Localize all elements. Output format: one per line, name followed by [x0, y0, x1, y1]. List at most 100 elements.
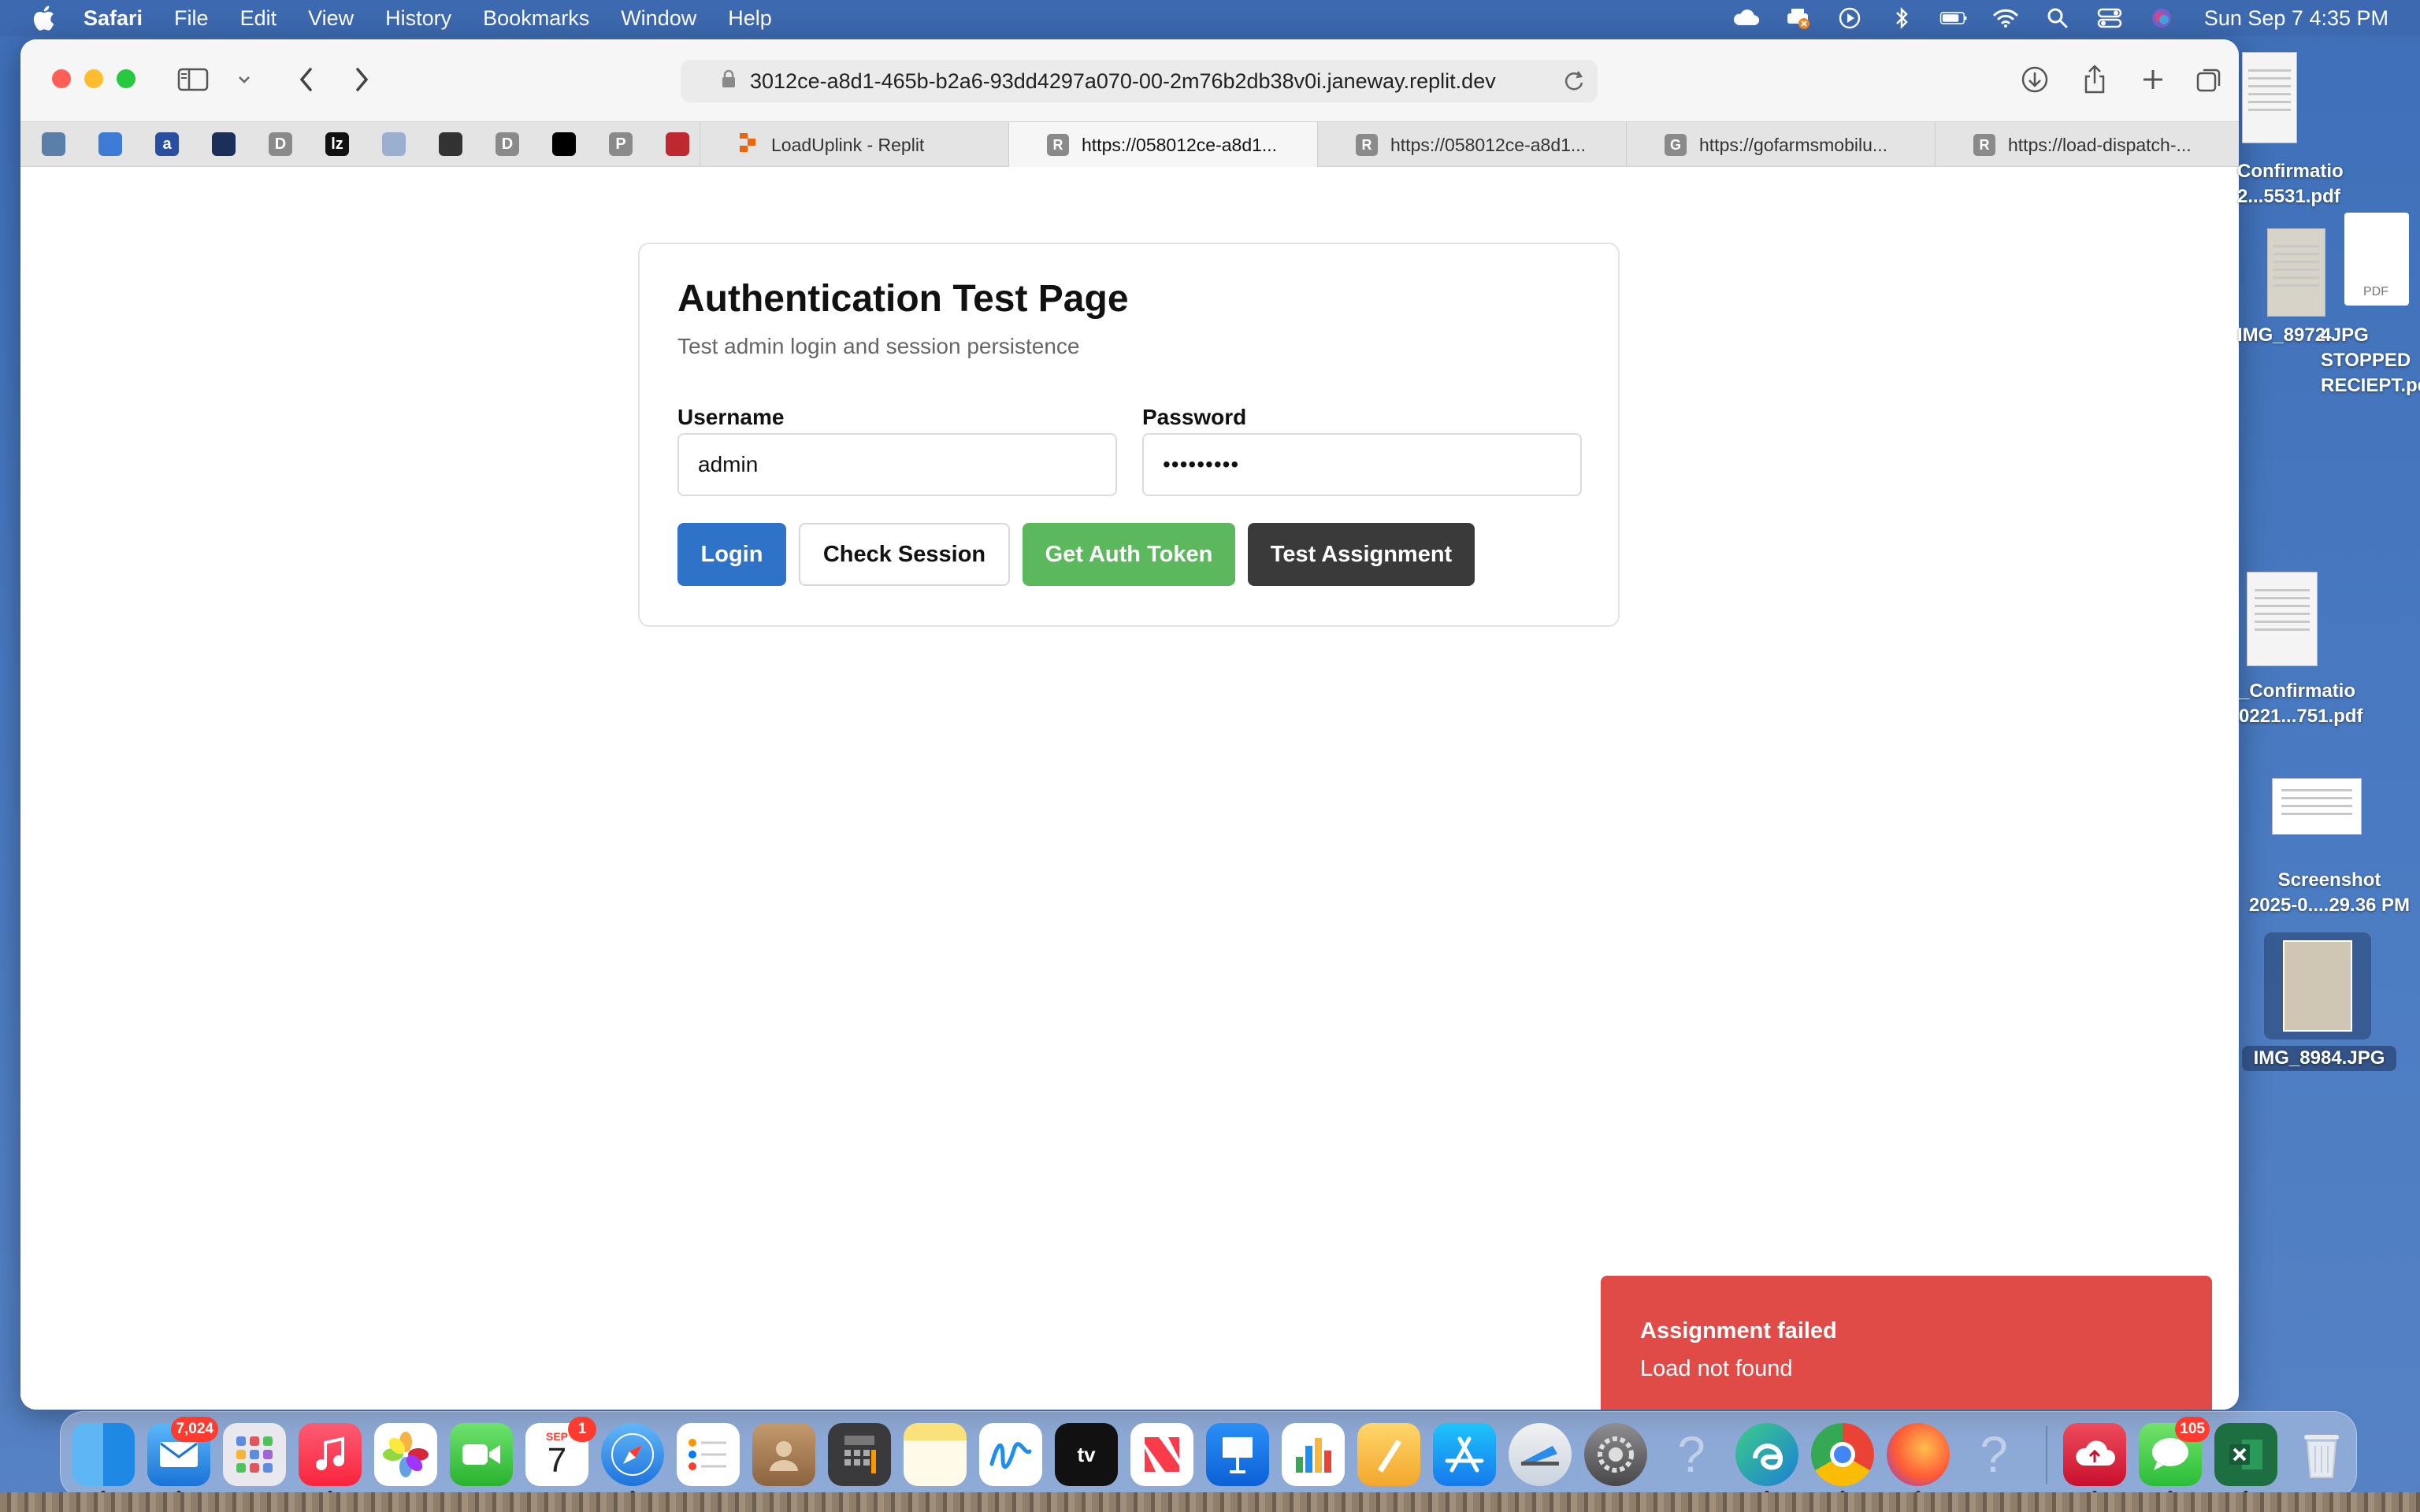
favorite-rocket-icon[interactable]: [93, 127, 128, 161]
calendar-icon[interactable]: SEP 7 1: [525, 1417, 596, 1486]
share-icon[interactable]: [2077, 61, 2113, 98]
news-icon[interactable]: [1130, 1423, 1193, 1486]
control-center-icon[interactable]: [2095, 6, 2124, 30]
back-icon[interactable]: [288, 61, 325, 98]
image-thumbnail[interactable]: [2267, 228, 2325, 317]
spotlight-search-icon[interactable]: [2043, 6, 2072, 30]
wifi-icon[interactable]: [1991, 6, 2020, 30]
favorite-signature-icon[interactable]: [547, 127, 581, 161]
downloads-icon[interactable]: [2017, 61, 2053, 98]
test-assignment-button[interactable]: Test Assignment: [1248, 523, 1475, 586]
freeform-icon[interactable]: [979, 1423, 1042, 1486]
menu-app-name[interactable]: Safari: [84, 6, 143, 31]
trash-icon[interactable]: [2290, 1423, 2353, 1486]
favorite-a-logo-icon[interactable]: a: [150, 127, 184, 161]
app-store-icon[interactable]: [1433, 1423, 1496, 1486]
favorite-d-icon[interactable]: D: [263, 127, 298, 161]
error-toast[interactable]: Assignment failed Load not found: [1601, 1276, 2212, 1410]
chrome-icon[interactable]: [1811, 1423, 1874, 1486]
menu-history[interactable]: History: [385, 6, 451, 31]
siri-icon[interactable]: [2147, 6, 2176, 30]
photos-icon[interactable]: [374, 1423, 437, 1486]
check-session-button[interactable]: Check Session: [799, 523, 1010, 586]
favorite-lz-icon[interactable]: lz: [320, 127, 354, 161]
favorite-star-badge-icon[interactable]: [660, 127, 695, 161]
favorite-plane-icon[interactable]: [433, 127, 468, 161]
menubar-clock[interactable]: Sun Sep 7 4:35 PM: [2204, 6, 2388, 31]
get-auth-token-button[interactable]: Get Auth Token: [1023, 523, 1235, 586]
pages-icon[interactable]: [1357, 1423, 1420, 1486]
zoom-window-button[interactable]: [117, 69, 135, 88]
pdf-file-icon[interactable]: PDF: [2344, 213, 2409, 306]
selected-image-thumbnail[interactable]: [2264, 932, 2371, 1040]
desktop-file-confirmation-1[interactable]: Confirmatio 2...5531.pdf: [2237, 159, 2420, 209]
screenshot-thumbnail[interactable]: [2272, 778, 2362, 835]
menu-view[interactable]: View: [308, 6, 354, 31]
tab-replit-2[interactable]: R https://058012ce-a8d1...: [1317, 122, 1626, 168]
pdf-thumbnail[interactable]: [2242, 52, 2297, 143]
system-settings-icon[interactable]: [1584, 1423, 1647, 1486]
safari-icon[interactable]: [601, 1423, 664, 1486]
reminders-icon[interactable]: [677, 1423, 740, 1486]
address-bar[interactable]: 3012ce-a8d1-465b-b2a6-93dd4297a070-00-2m…: [681, 60, 1598, 102]
pdf-thumbnail[interactable]: [2247, 572, 2318, 666]
minimize-window-button[interactable]: [84, 69, 103, 88]
tab-active-replit[interactable]: R https://058012ce-a8d1...: [1008, 122, 1317, 168]
calculator-icon[interactable]: [828, 1423, 891, 1486]
forward-icon[interactable]: [343, 61, 380, 98]
menu-file[interactable]: File: [174, 6, 209, 31]
excel-icon[interactable]: [2214, 1423, 2277, 1486]
disk-utility-icon[interactable]: [1509, 1423, 1572, 1486]
desktop-file-img-8984[interactable]: IMG_8984.JPG: [2242, 1046, 2396, 1071]
messages-icon[interactable]: 105: [2139, 1417, 2210, 1486]
desktop-file-confirmation-2[interactable]: _Confirmatio 0221...751.pdf: [2239, 679, 2420, 729]
battery-icon[interactable]: [1939, 6, 1968, 30]
unknown-app-icon[interactable]: ?: [1962, 1423, 2025, 1486]
login-button[interactable]: Login: [677, 523, 786, 586]
tab-label: https://058012ce-a8d1...: [1082, 134, 1278, 155]
tab-load-dispatch[interactable]: R https://load-dispatch-...: [1935, 122, 2239, 168]
play-circle-icon[interactable]: [1835, 6, 1864, 30]
close-window-button[interactable]: [52, 69, 71, 88]
finder-icon[interactable]: [72, 1423, 135, 1486]
music-icon[interactable]: [299, 1423, 362, 1486]
menu-help[interactable]: Help: [728, 6, 772, 31]
printer-icon[interactable]: [1783, 6, 1812, 30]
sidebar-toggle-icon[interactable]: [175, 61, 211, 98]
chevron-down-icon[interactable]: [235, 61, 254, 98]
favorite-doc-icon[interactable]: [377, 127, 411, 161]
icloud-icon[interactable]: [1731, 6, 1760, 30]
favorite-diamond-icon[interactable]: [36, 127, 71, 161]
desktop-wallpaper-strip: [0, 1492, 2420, 1512]
menu-edit[interactable]: Edit: [240, 6, 277, 31]
password-input[interactable]: •••••••••: [1142, 433, 1582, 496]
tab-gofarms[interactable]: G https://gofarmsmobilu...: [1626, 122, 1935, 168]
favorite-sail-icon[interactable]: [206, 127, 241, 161]
unknown-app-icon[interactable]: ?: [1660, 1423, 1723, 1486]
contacts-icon[interactable]: [752, 1423, 815, 1486]
username-input[interactable]: admin: [677, 433, 1117, 496]
firefox-icon[interactable]: [1887, 1423, 1950, 1486]
menu-window[interactable]: Window: [621, 6, 696, 31]
apple-tv-icon[interactable]: tv: [1055, 1423, 1118, 1486]
creative-cloud-icon[interactable]: [2063, 1423, 2126, 1486]
bluetooth-icon[interactable]: [1887, 6, 1916, 30]
tab-loaduplink[interactable]: LoadUplink - Replit: [700, 122, 1008, 168]
tab-overview-icon[interactable]: [2192, 61, 2228, 98]
desktop-file-stopped-receipt[interactable]: 4 STOPPED RECIEPT.pdf: [2321, 323, 2420, 398]
mail-icon[interactable]: 7,024: [147, 1417, 218, 1486]
edge-icon[interactable]: [1735, 1423, 1798, 1486]
menu-bookmarks[interactable]: Bookmarks: [483, 6, 589, 31]
launchpad-icon[interactable]: [223, 1423, 286, 1486]
favorite-p-icon[interactable]: P: [603, 127, 638, 161]
reload-icon[interactable]: [1560, 67, 1588, 101]
new-tab-icon[interactable]: [2135, 61, 2171, 98]
notes-icon[interactable]: [904, 1423, 967, 1486]
url-text[interactable]: 3012ce-a8d1-465b-b2a6-93dd4297a070-00-2m…: [750, 69, 1496, 94]
keynote-icon[interactable]: [1206, 1423, 1269, 1486]
favorite-d-icon[interactable]: D: [490, 127, 525, 161]
apple-menu-icon[interactable]: [32, 5, 55, 32]
facetime-icon[interactable]: [450, 1423, 513, 1486]
desktop-file-screenshot[interactable]: Screenshot 2025-0....29.36 PM: [2239, 868, 2420, 918]
numbers-icon[interactable]: [1282, 1423, 1345, 1486]
